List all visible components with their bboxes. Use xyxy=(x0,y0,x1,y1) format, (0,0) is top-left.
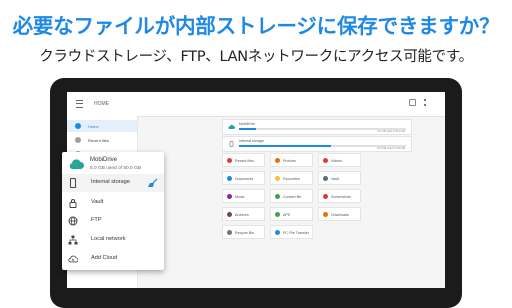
pc-icon xyxy=(275,230,280,235)
storage-card-mobidrive[interactable]: MobiDrive 5.0 GB used of 50.0 GB xyxy=(222,119,412,135)
network-icon xyxy=(68,235,78,245)
menu-icon[interactable] xyxy=(76,100,83,108)
account-name: MobiDrive xyxy=(90,157,118,163)
category-tile[interactable]: Convert file xyxy=(270,189,313,203)
download-icon xyxy=(323,212,328,217)
drawer-item-label: Internal storage xyxy=(91,179,130,185)
category-tile[interactable]: Favourites xyxy=(270,171,313,185)
image-icon xyxy=(275,158,280,163)
home-icon xyxy=(75,123,81,129)
star-icon xyxy=(275,176,280,181)
account-usage: 5.0 GB used of 50.0 GB xyxy=(90,166,141,171)
category-tile[interactable]: Pictures xyxy=(270,153,313,167)
storage-drawer: MobiDrive 5.0 GB used of 50.0 GB Interna… xyxy=(62,152,164,270)
category-tile[interactable]: Music xyxy=(222,189,265,203)
left-panel-item-label: Recent files xyxy=(88,138,109,143)
category-label: Documents xyxy=(235,176,254,181)
add-cloud-icon xyxy=(68,255,78,263)
convert-icon xyxy=(275,194,280,199)
category-tile[interactable]: Downloads xyxy=(318,207,361,221)
storage-card-internal[interactable]: Internal storage 70.5 GB used of 128 GB xyxy=(222,136,412,152)
drawer-item-vault[interactable]: Vault xyxy=(62,194,164,212)
category-tile[interactable]: Vault xyxy=(318,171,361,185)
category-label: Screenshots xyxy=(331,194,351,199)
category-tile[interactable]: Videos xyxy=(318,153,361,167)
clock-icon xyxy=(227,158,232,163)
category-label: Recycle Bin xyxy=(235,230,254,235)
broom-icon[interactable] xyxy=(147,178,159,188)
category-tile[interactable]: Archives xyxy=(222,207,265,221)
lock-icon xyxy=(69,199,77,208)
cloud-icon xyxy=(228,124,235,129)
left-panel-item-recent[interactable]: Recent files xyxy=(67,134,137,146)
drawer-item-ftp[interactable]: FTP xyxy=(62,212,164,230)
archive-icon xyxy=(227,212,232,217)
category-tile[interactable]: Recycle Bin xyxy=(222,225,265,239)
drawer-account[interactable]: MobiDrive 5.0 GB used of 50.0 GB xyxy=(62,152,164,175)
category-label: PC File Transfer xyxy=(283,230,309,235)
screenshot-icon xyxy=(323,194,328,199)
android-icon xyxy=(275,212,280,217)
category-tile[interactable]: Screenshots xyxy=(318,189,361,203)
category-label: Downloads xyxy=(331,212,349,217)
video-icon xyxy=(323,158,328,163)
trash-icon xyxy=(227,230,232,235)
category-tile[interactable]: PC File Transfer xyxy=(270,225,313,239)
phone-icon xyxy=(70,178,76,188)
drawer-item-label: Add Cloud xyxy=(91,255,118,261)
lock-icon xyxy=(323,176,328,181)
left-panel-item-home[interactable]: Home xyxy=(67,120,137,132)
category-label: Favourites xyxy=(283,176,300,181)
storage-size: 70.5 GB used of 128 GB xyxy=(376,147,405,150)
app-bar: HOME xyxy=(67,92,445,117)
music-icon xyxy=(227,194,232,199)
drawer-item-label: Vault xyxy=(91,199,104,205)
storage-name: MobiDrive xyxy=(239,122,256,126)
headline: 必要なファイルが内部ストレージに保存できますか？ xyxy=(12,14,500,38)
drawer-item-local-network[interactable]: Local network xyxy=(62,231,164,249)
category-label: APK xyxy=(283,212,291,217)
category-label: Recent files xyxy=(235,158,254,163)
drawer-item-add-cloud[interactable]: Add Cloud xyxy=(62,250,164,268)
view-icon[interactable] xyxy=(409,99,416,106)
category-label: Archives xyxy=(235,212,249,217)
subline: クラウドストレージ、FTP、LANネットワークにアクセス可能です。 xyxy=(39,49,473,65)
category-label: Videos xyxy=(331,158,342,163)
phone-icon xyxy=(229,141,234,147)
left-panel-item-label: Home xyxy=(88,124,99,129)
category-label: Pictures xyxy=(283,158,296,163)
category-label: Vault xyxy=(331,176,339,181)
globe-icon xyxy=(68,216,78,226)
storage-size: 5.0 GB used of 50.0 GB xyxy=(377,130,405,133)
category-tile[interactable]: Documents xyxy=(222,171,265,185)
category-tile[interactable]: APK xyxy=(270,207,313,221)
category-tile[interactable]: Recent files xyxy=(222,153,265,167)
more-icon[interactable] xyxy=(424,99,426,106)
document-icon xyxy=(227,176,232,181)
category-label: Convert file xyxy=(283,194,302,199)
storage-name: Internal storage xyxy=(239,139,264,143)
clock-icon xyxy=(75,137,81,143)
cloud-icon xyxy=(69,159,84,169)
drawer-item-internal-storage[interactable]: Internal storage xyxy=(62,174,164,192)
drawer-item-label: Local network xyxy=(91,236,126,242)
app-title: HOME xyxy=(94,101,109,107)
category-label: Music xyxy=(235,194,245,199)
drawer-item-label: FTP xyxy=(91,217,102,223)
